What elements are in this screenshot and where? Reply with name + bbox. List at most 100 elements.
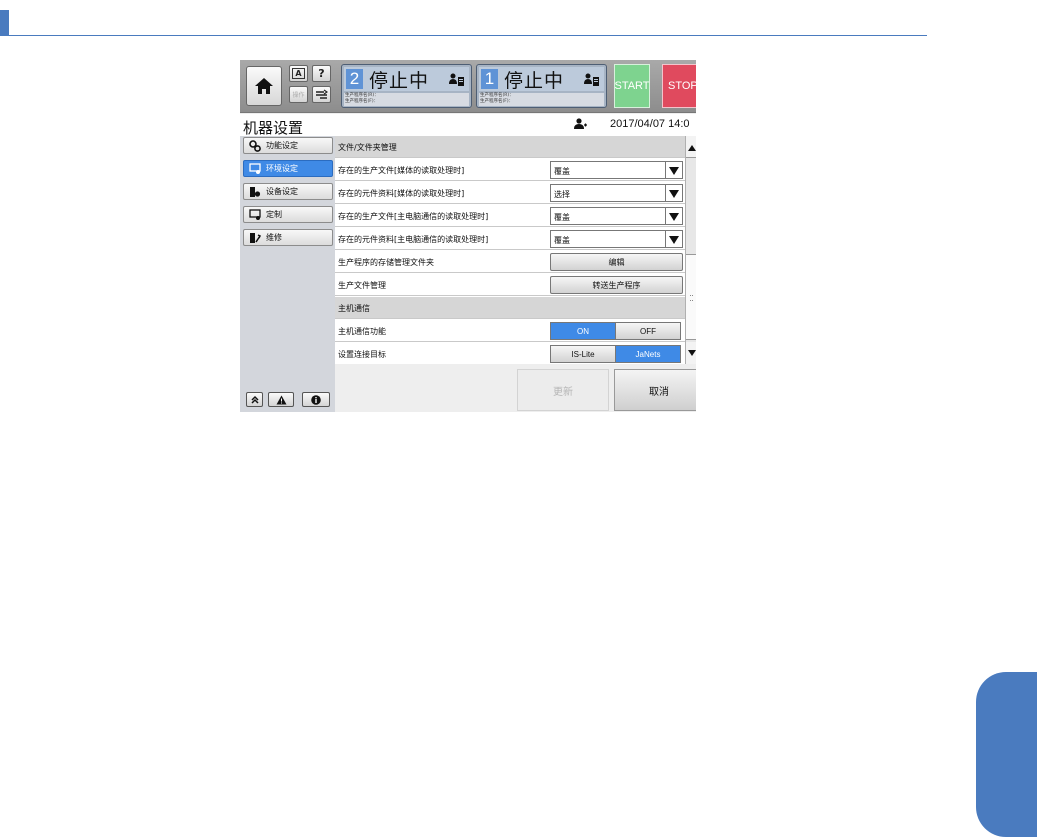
- scroll-thumb[interactable]: [686, 254, 696, 340]
- sidebar-item-label: 设备设定: [266, 187, 298, 196]
- transfer-program-button[interactable]: 转送生产程序: [550, 276, 683, 294]
- dropdown-arrow-icon: [669, 190, 679, 198]
- start-button[interactable]: START: [614, 64, 650, 108]
- info-button[interactable]: [302, 392, 330, 407]
- scroll-top-button[interactable]: [246, 392, 263, 407]
- host-comm-toggle: ON OFF: [550, 322, 681, 340]
- lane-program-front: 生产程序名(F)：: [480, 98, 514, 104]
- stop-button[interactable]: STOP: [662, 64, 696, 108]
- grip-icon: [690, 295, 693, 301]
- gears-icon: [249, 139, 261, 152]
- scroll-down-button[interactable]: [686, 342, 696, 364]
- maintenance-icon: [249, 232, 261, 244]
- footer-bar: 更新 取消: [335, 364, 696, 412]
- dropdown-value: 选择: [554, 190, 570, 199]
- dropdown-value: 覆盖: [554, 236, 570, 245]
- scroll-up-button[interactable]: [686, 136, 696, 158]
- warning-button[interactable]: [268, 392, 294, 407]
- lane-1-panel[interactable]: 1 停止中 生产程序名(R)： 生产程序名(F)：: [476, 64, 607, 108]
- operator-file-icon: [584, 73, 599, 86]
- keyboard-icon: A: [292, 68, 305, 79]
- lane-number: 1: [481, 69, 498, 89]
- operation-button[interactable]: 操作: [289, 86, 308, 103]
- section-header-file-folder: 文件/文件夹管理: [335, 136, 685, 158]
- home-button[interactable]: [246, 66, 282, 106]
- edit-button[interactable]: 编辑: [550, 253, 683, 271]
- table-row: 设置连接目标 IS-Lite JaNets: [335, 343, 685, 365]
- section-label: 文件/文件夹管理: [338, 143, 397, 152]
- settings-table: 文件/文件夹管理 存在的生产文件[媒体的读取处理时] 覆盖 存在的元件资料[媒体…: [335, 136, 685, 364]
- datetime: 2017/04/07 14:0: [610, 118, 690, 130]
- dropdown-arrow-icon: [669, 213, 679, 221]
- info-icon: [311, 394, 321, 405]
- table-row: 存在的生产文件[媒体的读取处理时] 覆盖: [335, 159, 685, 181]
- cancel-button[interactable]: 取消: [614, 369, 696, 411]
- on-toggle-button[interactable]: ON: [551, 323, 615, 339]
- select-dropdown[interactable]: 选择: [550, 184, 683, 202]
- setting-label: 生产文件管理: [338, 281, 386, 290]
- top-bar: A ? 操作 2 停止中 生产程序名(R)： 生产程序名(F)： 1 停止中 生…: [240, 60, 696, 113]
- table-row: 生产程序的存储管理文件夹 编辑: [335, 251, 685, 273]
- home-icon: [255, 78, 273, 94]
- help-button[interactable]: ?: [312, 65, 331, 82]
- janets-option[interactable]: JaNets: [615, 346, 680, 362]
- page-title: 机器设置: [243, 119, 304, 137]
- page-header-rule: [9, 35, 927, 36]
- monitor-gear-icon: [249, 162, 261, 175]
- sidebar-item-environment-settings[interactable]: 环境设定: [243, 160, 333, 177]
- transfer-icon: [316, 89, 328, 99]
- setting-label: 生产程序的存储管理文件夹: [338, 258, 434, 267]
- sidebar-item-function-settings[interactable]: 功能设定: [243, 137, 333, 154]
- title-row: 机器设置 2017/04/07 14:0: [240, 114, 696, 137]
- machine-screen: A ? 操作 2 停止中 生产程序名(R)： 生产程序名(F)： 1 停止中 生…: [240, 60, 696, 412]
- lane-2-panel[interactable]: 2 停止中 生产程序名(R)： 生产程序名(F)：: [341, 64, 472, 108]
- table-row: 生产文件管理 转送生产程序: [335, 274, 685, 296]
- off-toggle-button[interactable]: OFF: [615, 323, 680, 339]
- scrollbar[interactable]: [685, 136, 696, 364]
- operator-file-icon: [449, 73, 464, 86]
- table-row: 存在的元件资料[主电脑通信的读取处理时] 覆盖: [335, 228, 685, 250]
- setting-label: 存在的生产文件[主电脑通信的读取处理时]: [338, 212, 489, 221]
- setting-label: 存在的元件资料[媒体的读取处理时]: [338, 189, 465, 198]
- user-icon: [574, 118, 587, 129]
- setting-label: 存在的元件资料[主电脑通信的读取处理时]: [338, 235, 489, 244]
- lane-program-front: 生产程序名(F)：: [345, 98, 379, 104]
- table-row: 存在的元件资料[媒体的读取处理时] 选择: [335, 182, 685, 204]
- table-row: 存在的生产文件[主电脑通信的读取处理时] 覆盖: [335, 205, 685, 227]
- lane-status: 停止中: [504, 69, 565, 92]
- keyboard-button[interactable]: A: [289, 65, 308, 82]
- sidebar-item-label: 定制: [266, 210, 282, 219]
- lane-status: 停止中: [369, 69, 430, 92]
- warning-icon: [276, 395, 286, 404]
- overwrite-dropdown[interactable]: 覆盖: [550, 207, 683, 225]
- section-label: 主机通信: [338, 304, 370, 313]
- transfer-button[interactable]: [312, 86, 331, 103]
- is-lite-option[interactable]: IS-Lite: [551, 346, 615, 362]
- dropdown-arrow-icon: [669, 167, 679, 175]
- dropdown-arrow-icon: [669, 236, 679, 244]
- dropdown-value: 覆盖: [554, 213, 570, 222]
- setting-label: 主机通信功能: [338, 327, 386, 336]
- page-header-marker: [0, 10, 9, 36]
- sidebar-item-label: 环境设定: [266, 164, 298, 173]
- sidebar-item-label: 功能设定: [266, 141, 298, 150]
- machine-gear-icon: [249, 186, 261, 198]
- setting-label: 存在的生产文件[媒体的读取处理时]: [338, 166, 465, 175]
- lane-number: 2: [346, 69, 363, 89]
- operation-label: 操作: [292, 92, 305, 99]
- table-row: 主机通信功能 ON OFF: [335, 320, 685, 342]
- sidebar-item-maintenance[interactable]: 维修: [243, 229, 333, 246]
- update-button[interactable]: 更新: [517, 369, 609, 411]
- double-chevron-up-icon: [250, 395, 259, 404]
- dropdown-value: 覆盖: [554, 167, 570, 176]
- overwrite-dropdown[interactable]: 覆盖: [550, 230, 683, 248]
- overwrite-dropdown[interactable]: 覆盖: [550, 161, 683, 179]
- page-side-tab: [976, 672, 1037, 837]
- sidebar-item-custom[interactable]: 定制: [243, 206, 333, 223]
- setting-label: 设置连接目标: [338, 350, 386, 359]
- section-header-host-comm: 主机通信: [335, 297, 685, 319]
- sidebar-item-equipment-settings[interactable]: 设备设定: [243, 183, 333, 200]
- sidebar-item-label: 维修: [266, 233, 282, 242]
- help-icon: ?: [318, 67, 325, 80]
- connect-target-toggle: IS-Lite JaNets: [550, 345, 681, 363]
